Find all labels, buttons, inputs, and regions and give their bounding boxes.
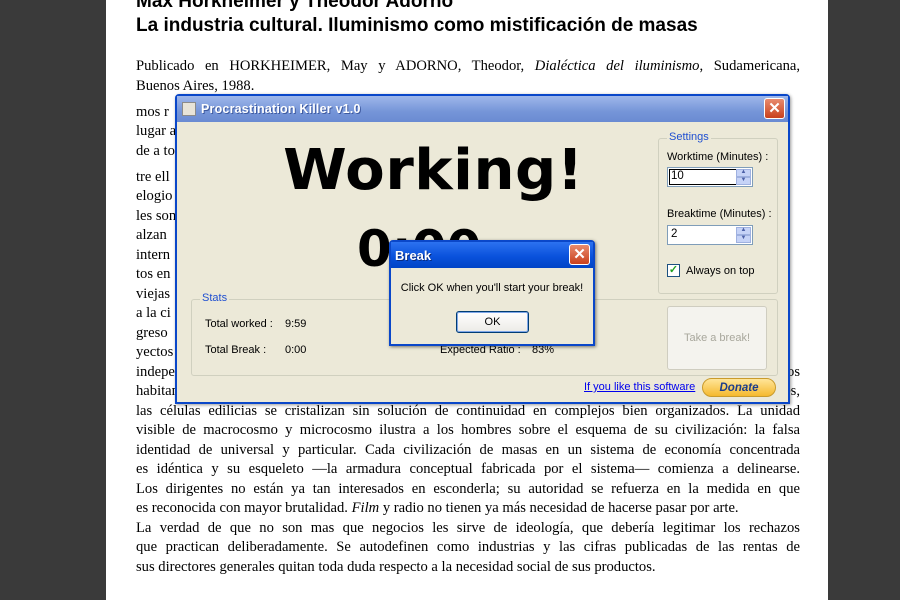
- worktime-spin-buttons: ▲ ▼: [736, 169, 751, 185]
- stats-label: Stats: [200, 292, 230, 304]
- spin-up-icon[interactable]: ▲: [736, 169, 751, 177]
- dialog-title: Break: [395, 247, 432, 263]
- spin-down-icon[interactable]: ▼: [736, 177, 751, 185]
- status-text: Working!: [283, 138, 584, 203]
- document-line: sus directores generales quitan toda dud…: [136, 558, 656, 575]
- document-line: que practican deliberadamente. Se autode…: [136, 539, 800, 555]
- dialog-titlebar[interactable]: Break: [391, 242, 593, 268]
- total-break-value: 0:00: [285, 344, 307, 356]
- pub-prefix: Publicado en HORKHEIMER, May y ADORNO, T…: [136, 58, 535, 74]
- spin-down-icon[interactable]: ▼: [736, 235, 751, 243]
- document-line: visible de macrocosmo y microcosmo ilust…: [136, 422, 800, 438]
- document-line: Los dirigentes no están ya tan interesad…: [136, 480, 800, 497]
- donate-button[interactable]: Donate: [702, 378, 776, 397]
- film-word: Film: [351, 500, 380, 516]
- break-dialog: Break ✕ Click OK when you'll start your …: [389, 240, 595, 346]
- take-break-button[interactable]: Take a break!: [667, 306, 767, 370]
- line-end: y radio no tienen ya más necesidad de ha…: [379, 500, 739, 516]
- close-icon[interactable]: ✕: [764, 98, 785, 119]
- ok-button[interactable]: OK: [456, 311, 529, 333]
- document-line: identidad de universal y particular. Cad…: [136, 441, 800, 458]
- total-worked-label: Total worked :: [205, 318, 273, 330]
- total-worked-value: 9:59: [285, 318, 307, 330]
- document-line: La verdad de que no son mas que negocios…: [136, 519, 800, 536]
- pub-suffix: , Sudamericana,: [699, 58, 800, 74]
- breaktime-label: Breaktime (Minutes) :: [667, 208, 772, 220]
- breaktime-value[interactable]: 2: [671, 228, 677, 240]
- app-title: Procrastination Killer v1.0: [201, 102, 361, 116]
- dialog-message: Click OK when you'll start your break!: [400, 282, 584, 294]
- document-line: es idéntica y su esqueleto —la armadura …: [136, 461, 800, 477]
- spin-up-icon[interactable]: ▲: [736, 227, 751, 235]
- publication-line: Publicado en HORKHEIMER, May y ADORNO, T…: [136, 57, 800, 77]
- settings-group: Settings Worktime (Minutes) : 10 ▲ ▼ Bre…: [658, 131, 778, 294]
- app-icon: [182, 102, 196, 116]
- pub-book: Dialéctica del iluminismo: [534, 58, 700, 74]
- worktime-label: Worktime (Minutes) :: [667, 151, 769, 163]
- settings-label: Settings: [667, 131, 711, 143]
- worktime-value[interactable]: 10: [671, 170, 684, 182]
- app-titlebar[interactable]: Procrastination Killer v1.0: [177, 96, 788, 122]
- document-line: es reconocida con mayor brutalidad. Film…: [136, 499, 800, 519]
- document-title: La industria cultural. Iluminismo como m…: [136, 15, 698, 36]
- total-break-label: Total Break :: [205, 344, 267, 356]
- worktime-stepper[interactable]: 10 ▲ ▼: [667, 167, 753, 187]
- always-on-top-label[interactable]: Always on top: [686, 265, 754, 277]
- document-author: Max Horkheimer y Theodor Adorno: [136, 0, 454, 12]
- line-start: es reconocida con mayor brutalidad.: [136, 500, 352, 516]
- dialog-close-icon[interactable]: ✕: [569, 244, 590, 265]
- document-line: las células edilicias se cristalizan sin…: [136, 402, 800, 419]
- always-on-top-checkbox[interactable]: ✓: [667, 264, 680, 277]
- breaktime-stepper[interactable]: 2 ▲ ▼: [667, 225, 753, 245]
- support-link[interactable]: If you like this software: [584, 381, 695, 393]
- breaktime-spin-buttons: ▲ ▼: [736, 227, 751, 243]
